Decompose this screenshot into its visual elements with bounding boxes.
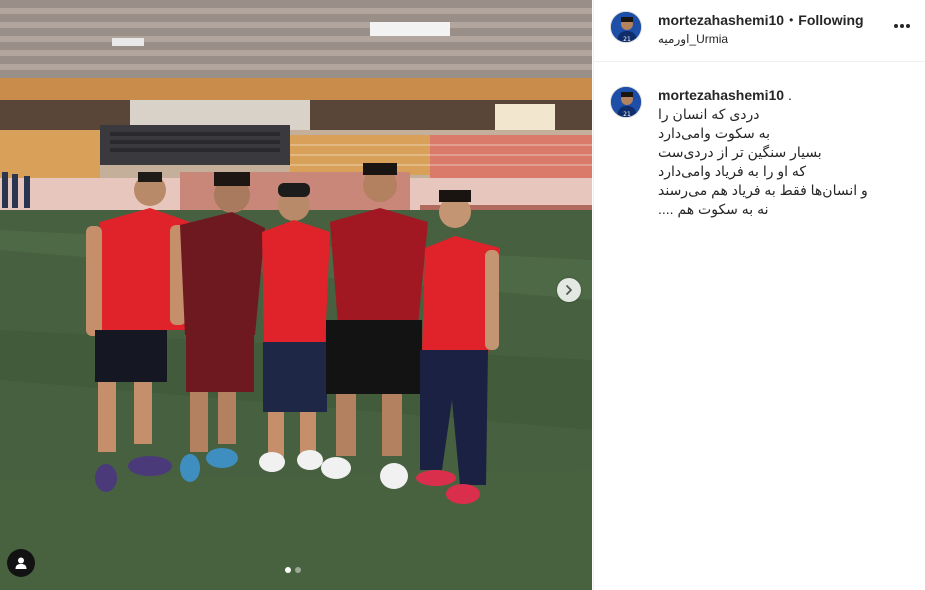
svg-text:21: 21 <box>623 111 631 118</box>
following-button[interactable]: Following <box>798 12 863 28</box>
avatar[interactable]: 21 <box>610 11 642 43</box>
chevron-right-icon <box>566 285 572 295</box>
svg-text:21: 21 <box>623 36 631 43</box>
carousel-dot-2 <box>295 567 301 573</box>
stadium-photo <box>0 0 592 590</box>
caption-line-5: و انسان‌ها فقط به فریاد هم می‌رسند <box>658 182 868 198</box>
caption-avatar[interactable]: 21 <box>610 86 642 118</box>
post-header: 21 mortezahashemi10 • Following اورمیه_U… <box>594 0 925 62</box>
caption-line-1: دردی که انسان را <box>658 106 760 122</box>
user-tag-icon <box>15 557 27 569</box>
carousel-dot-1 <box>285 567 291 573</box>
caption-suffix: . <box>784 87 792 103</box>
profile-picture: 21 <box>611 12 641 43</box>
caption-line-6: نه به سکوت هم .... <box>658 201 769 217</box>
caption-line-4: که او را به فریاد وامی‌دارد <box>658 163 807 179</box>
profile-picture: 21 <box>611 87 641 118</box>
next-slide-button[interactable] <box>557 278 581 302</box>
location-link[interactable]: اورمیه_Urmia <box>658 32 728 46</box>
tagged-users-button[interactable] <box>7 549 35 577</box>
post-media[interactable] <box>0 0 592 590</box>
caption-line-2: به سکوت وامی‌دارد <box>658 125 770 141</box>
post-side-panel: 21 mortezahashemi10 • Following اورمیه_U… <box>593 0 925 590</box>
caption-line-3: بسیار سنگین تر از دردی‌ست <box>658 144 822 160</box>
caption-username-link[interactable]: mortezahashemi10 <box>658 87 784 103</box>
carousel-indicators <box>285 567 301 573</box>
caption: 21 mortezahashemi10 . دردی که انسان را ب… <box>594 62 925 219</box>
post-username-link[interactable]: mortezahashemi10 <box>658 12 784 28</box>
separator-dot: • <box>789 13 794 27</box>
more-options-icon[interactable] <box>891 18 913 34</box>
